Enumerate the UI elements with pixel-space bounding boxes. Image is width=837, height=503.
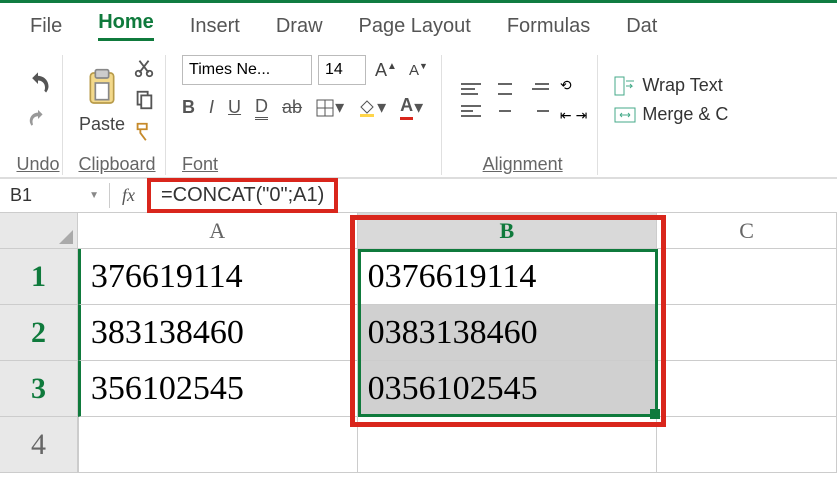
group-alignment: ⟲ ⇤ ⇥ Alignment <box>448 55 598 175</box>
decrease-indent-icon[interactable]: ⇤ <box>560 107 572 124</box>
clipboard-icon <box>82 66 122 110</box>
name-box-value: B1 <box>10 185 32 206</box>
copy-icon[interactable] <box>133 89 155 111</box>
font-size-select[interactable] <box>318 55 366 85</box>
row-header-2[interactable]: 2 <box>0 305 78 361</box>
col-header-c[interactable]: C <box>657 213 837 248</box>
cell-c3[interactable] <box>657 361 837 417</box>
name-box[interactable]: B1 ▼ <box>0 183 110 208</box>
cell-a2[interactable]: 383138460 <box>78 305 358 361</box>
formula-input[interactable]: =CONCAT("0";A1) <box>147 178 338 213</box>
cell-a1[interactable]: 376619114 <box>78 249 358 305</box>
ribbon-tabs: File Home Insert Draw Page Layout Formul… <box>0 3 837 45</box>
group-label-undo: Undo <box>16 154 59 175</box>
strikethrough-button[interactable]: ab <box>282 97 302 118</box>
underline-button[interactable]: U <box>228 97 241 118</box>
cell-b3[interactable]: 0356102545 <box>358 361 658 417</box>
paste-button[interactable]: Paste <box>79 66 125 135</box>
wrap-text-label: Wrap Text <box>642 75 722 96</box>
select-all-corner[interactable] <box>0 213 78 248</box>
tab-file[interactable]: File <box>30 15 62 38</box>
cell-c2[interactable] <box>657 305 837 361</box>
tab-insert[interactable]: Insert <box>190 15 240 38</box>
tab-formulas[interactable]: Formulas <box>507 15 590 38</box>
tab-home[interactable]: Home <box>98 11 154 41</box>
increase-font-icon[interactable]: A▲ <box>372 60 400 81</box>
italic-button[interactable]: I <box>209 97 214 118</box>
cell-a3[interactable]: 356102545 <box>78 361 358 417</box>
name-box-dropdown-icon[interactable]: ▼ <box>89 190 99 201</box>
cell-b2[interactable]: 0383138460 <box>358 305 658 361</box>
col-header-b[interactable]: B <box>358 213 658 248</box>
row-header-4[interactable]: 4 <box>0 417 78 473</box>
row-header-1[interactable]: 1 <box>0 249 78 305</box>
double-underline-button[interactable]: D <box>255 96 268 120</box>
align-left-icon[interactable] <box>458 102 484 120</box>
font-color-button[interactable]: A▾ <box>400 95 423 120</box>
group-label-alignment: Alignment <box>483 154 563 175</box>
format-painter-icon[interactable] <box>133 121 155 143</box>
orientation-icon[interactable]: ⟲ <box>560 77 587 103</box>
cell-c4[interactable] <box>657 417 837 473</box>
align-middle-icon[interactable] <box>492 80 518 98</box>
increase-indent-icon[interactable]: ⇥ <box>576 107 588 124</box>
row-header-3[interactable]: 3 <box>0 361 78 417</box>
tab-draw[interactable]: Draw <box>276 15 323 38</box>
group-font: A▲ A▼ B I U D ab ▾ ▾ A▾ Font <box>172 55 442 175</box>
merge-center-button[interactable]: Merge & C <box>614 104 728 125</box>
align-center-icon[interactable] <box>492 102 518 120</box>
cell-b4[interactable] <box>358 417 658 473</box>
paste-label: Paste <box>79 114 125 135</box>
spreadsheet-grid: A B C 1 376619114 0376619114 2 383138460… <box>0 213 837 473</box>
align-right-icon[interactable] <box>526 102 552 120</box>
cell-b1[interactable]: 0376619114 <box>358 249 658 305</box>
borders-button[interactable]: ▾ <box>316 97 344 118</box>
tab-data[interactable]: Dat <box>626 15 657 38</box>
wrap-text-button[interactable]: Wrap Text <box>614 75 722 96</box>
undo-icon[interactable] <box>24 70 52 98</box>
cell-c1[interactable] <box>657 249 837 305</box>
cell-a4[interactable] <box>78 417 358 473</box>
tab-page-layout[interactable]: Page Layout <box>359 15 471 38</box>
font-name-select[interactable] <box>182 55 312 85</box>
cut-icon[interactable] <box>133 57 155 79</box>
fx-label[interactable]: fx <box>110 185 147 206</box>
merge-center-label: Merge & C <box>642 104 728 125</box>
group-wrap-merge: Wrap Text Merge & C <box>604 55 738 175</box>
group-label-clipboard: Clipboard <box>78 154 155 175</box>
redo-icon[interactable] <box>27 108 49 130</box>
col-header-a[interactable]: A <box>78 213 358 248</box>
fill-color-button[interactable]: ▾ <box>358 97 386 118</box>
group-label-font: Font <box>182 154 218 175</box>
wrap-text-icon <box>614 76 636 96</box>
align-bottom-icon[interactable] <box>526 80 552 98</box>
merge-icon <box>614 105 636 125</box>
group-clipboard: Paste Clipboard <box>69 55 166 175</box>
bold-button[interactable]: B <box>182 97 195 118</box>
decrease-font-icon[interactable]: A▼ <box>406 61 431 79</box>
formula-bar: B1 ▼ fx =CONCAT("0";A1) <box>0 179 837 213</box>
align-top-icon[interactable] <box>458 80 484 98</box>
ribbon: Undo Paste Clipboard A▲ A▼ <box>0 45 837 179</box>
group-undo: Undo <box>14 55 63 175</box>
